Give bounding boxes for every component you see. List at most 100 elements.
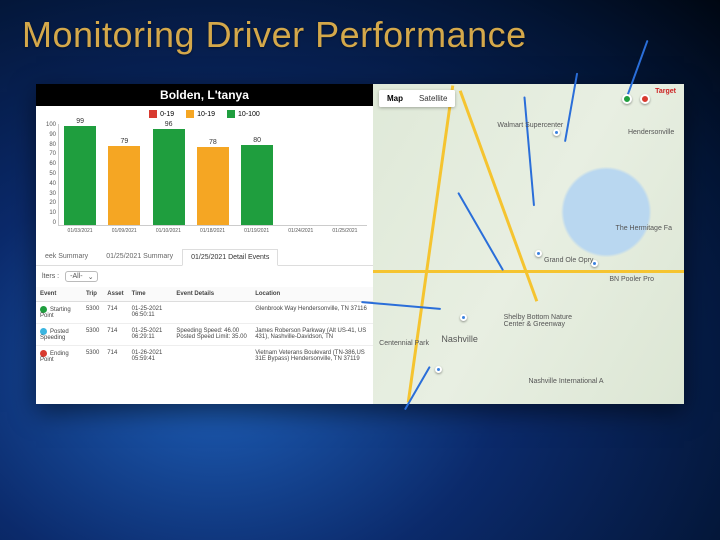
- map-label: Shelby Bottom Nature Center & Greenway: [504, 314, 574, 328]
- tab[interactable]: 01/25/2021 Summary: [97, 248, 182, 265]
- cell: 01-26-2021 05:59:41: [128, 346, 173, 368]
- cell: [172, 302, 251, 324]
- bar[interactable]: 79: [108, 138, 140, 225]
- road: [373, 270, 684, 273]
- table-row[interactable]: Ending Point530071401-26-2021 05:59:41Vi…: [36, 346, 373, 368]
- column-header[interactable]: Location: [251, 287, 373, 302]
- legend-label: 0-19: [160, 111, 174, 118]
- dashboard-panel: Bolden, L'tanya 0-19 10-19 10-100 100908…: [36, 84, 684, 404]
- bar-rect: [64, 126, 96, 225]
- x-tick: 01/19/2021: [235, 228, 279, 242]
- map-label: Walmart Supercenter: [497, 122, 563, 129]
- y-tick: 100: [38, 122, 56, 128]
- y-tick: 20: [38, 200, 56, 206]
- cell: 01-25-2021 06:29:11: [128, 324, 173, 346]
- map-label: Centennial Park: [379, 340, 429, 347]
- y-tick: 10: [38, 210, 56, 216]
- bar-chart: 1009080706050403020100 9979967880 01/03/…: [36, 122, 373, 242]
- filter-dropdown[interactable]: -All- ⌄: [65, 271, 97, 282]
- y-tick: 60: [38, 161, 56, 167]
- y-tick: 0: [38, 220, 56, 226]
- column-header[interactable]: Event: [36, 287, 82, 302]
- legend-label: 10-100: [238, 111, 260, 118]
- x-tick: 01/09/2021: [102, 228, 146, 242]
- tab[interactable]: 01/25/2021 Detail Events: [182, 249, 278, 266]
- bar-rect: [197, 147, 229, 225]
- legend-swatch: [149, 110, 157, 118]
- bar[interactable]: 80: [241, 137, 273, 225]
- cell: Ending Point: [36, 346, 82, 368]
- map-label: Hendersonville: [628, 129, 674, 136]
- bar-rect: [108, 146, 140, 225]
- y-tick: 80: [38, 142, 56, 148]
- chart-title: Bolden, L'tanya: [36, 84, 373, 106]
- map-pin-start[interactable]: [622, 94, 632, 104]
- map-button-satellite[interactable]: Satellite: [411, 90, 455, 107]
- cell: 714: [103, 302, 127, 324]
- filter-row: lters : -All- ⌄: [36, 266, 373, 287]
- cell: 5300: [82, 302, 103, 324]
- cell: 01-25-2021 06:50:11: [128, 302, 173, 324]
- x-tick: 01/18/2021: [190, 228, 234, 242]
- map-label: Grand Ole Opry: [544, 257, 593, 264]
- table-body: Starting Point530071401-25-2021 06:50:11…: [36, 302, 373, 368]
- map-panel[interactable]: Map Satellite Target Walmart Supercenter…: [373, 84, 684, 404]
- y-tick: 30: [38, 191, 56, 197]
- table-row[interactable]: Posted Speeding530071401-25-2021 06:29:1…: [36, 324, 373, 346]
- legend-label: 10-19: [197, 111, 215, 118]
- x-axis: 01/03/202101/09/202101/10/202101/18/2021…: [58, 228, 367, 242]
- x-tick: 01/25/2021: [323, 228, 367, 242]
- column-header[interactable]: Asset: [103, 287, 127, 302]
- x-tick: 01/10/2021: [146, 228, 190, 242]
- cell: Starting Point: [36, 302, 82, 324]
- event-dot-icon: [40, 306, 47, 313]
- table-header-row: EventTripAssetTimeEvent DetailsLocation: [36, 287, 373, 302]
- map-label-city: Nashville: [441, 334, 478, 344]
- cell: [172, 346, 251, 368]
- event-dot-icon: [40, 328, 47, 335]
- chevron-down-icon: ⌄: [88, 273, 94, 281]
- left-column: Bolden, L'tanya 0-19 10-19 10-100 100908…: [36, 84, 373, 404]
- event-dot-icon: [40, 350, 47, 357]
- cell: James Roberson Parkway (Alt US-41, US 43…: [251, 324, 373, 346]
- bar[interactable]: 99: [64, 118, 96, 225]
- target-label: Target: [655, 88, 676, 95]
- map-label: BN Pooler Pro: [609, 276, 654, 283]
- map-button-map[interactable]: Map: [379, 90, 411, 107]
- x-tick: 01/03/2021: [58, 228, 102, 242]
- map-type-controls: Map Satellite: [379, 90, 455, 107]
- bar-value: 78: [209, 139, 217, 146]
- map-label: The Hermitage Fa: [616, 225, 672, 232]
- bar-rect: [241, 145, 273, 225]
- filter-label: lters :: [42, 273, 59, 280]
- legend-swatch: [186, 110, 194, 118]
- bar[interactable]: 78: [197, 139, 229, 225]
- cell: 714: [103, 346, 127, 368]
- y-axis: 1009080706050403020100: [38, 122, 56, 226]
- bar[interactable]: 96: [153, 121, 185, 225]
- bar-value: 80: [253, 137, 261, 144]
- column-header[interactable]: Trip: [82, 287, 103, 302]
- tabs: eek Summary01/25/2021 Summary01/25/2021 …: [36, 248, 373, 266]
- bar-value: 96: [165, 121, 173, 128]
- x-tick: 01/24/2021: [279, 228, 323, 242]
- cell: 5300: [82, 346, 103, 368]
- bar-value: 79: [120, 138, 128, 145]
- map-pin-event[interactable]: [435, 366, 442, 373]
- y-tick: 70: [38, 151, 56, 157]
- cell: Glenbrook Way Hendersonville, TN 37116: [251, 302, 373, 324]
- legend-item: 0-19: [149, 110, 174, 118]
- y-tick: 90: [38, 132, 56, 138]
- legend-item: 10-100: [227, 110, 260, 118]
- bar-value: 99: [76, 118, 84, 125]
- events-table: EventTripAssetTimeEvent DetailsLocation …: [36, 287, 373, 367]
- legend-swatch: [227, 110, 235, 118]
- cell: 5300: [82, 324, 103, 346]
- map-label: Nashville International A: [528, 378, 603, 385]
- table-row[interactable]: Starting Point530071401-25-2021 06:50:11…: [36, 302, 373, 324]
- page-title: Monitoring Driver Performance: [0, 0, 720, 56]
- tab[interactable]: eek Summary: [36, 248, 97, 265]
- column-header[interactable]: Event Details: [172, 287, 251, 302]
- bar-rect: [153, 129, 185, 225]
- column-header[interactable]: Time: [128, 287, 173, 302]
